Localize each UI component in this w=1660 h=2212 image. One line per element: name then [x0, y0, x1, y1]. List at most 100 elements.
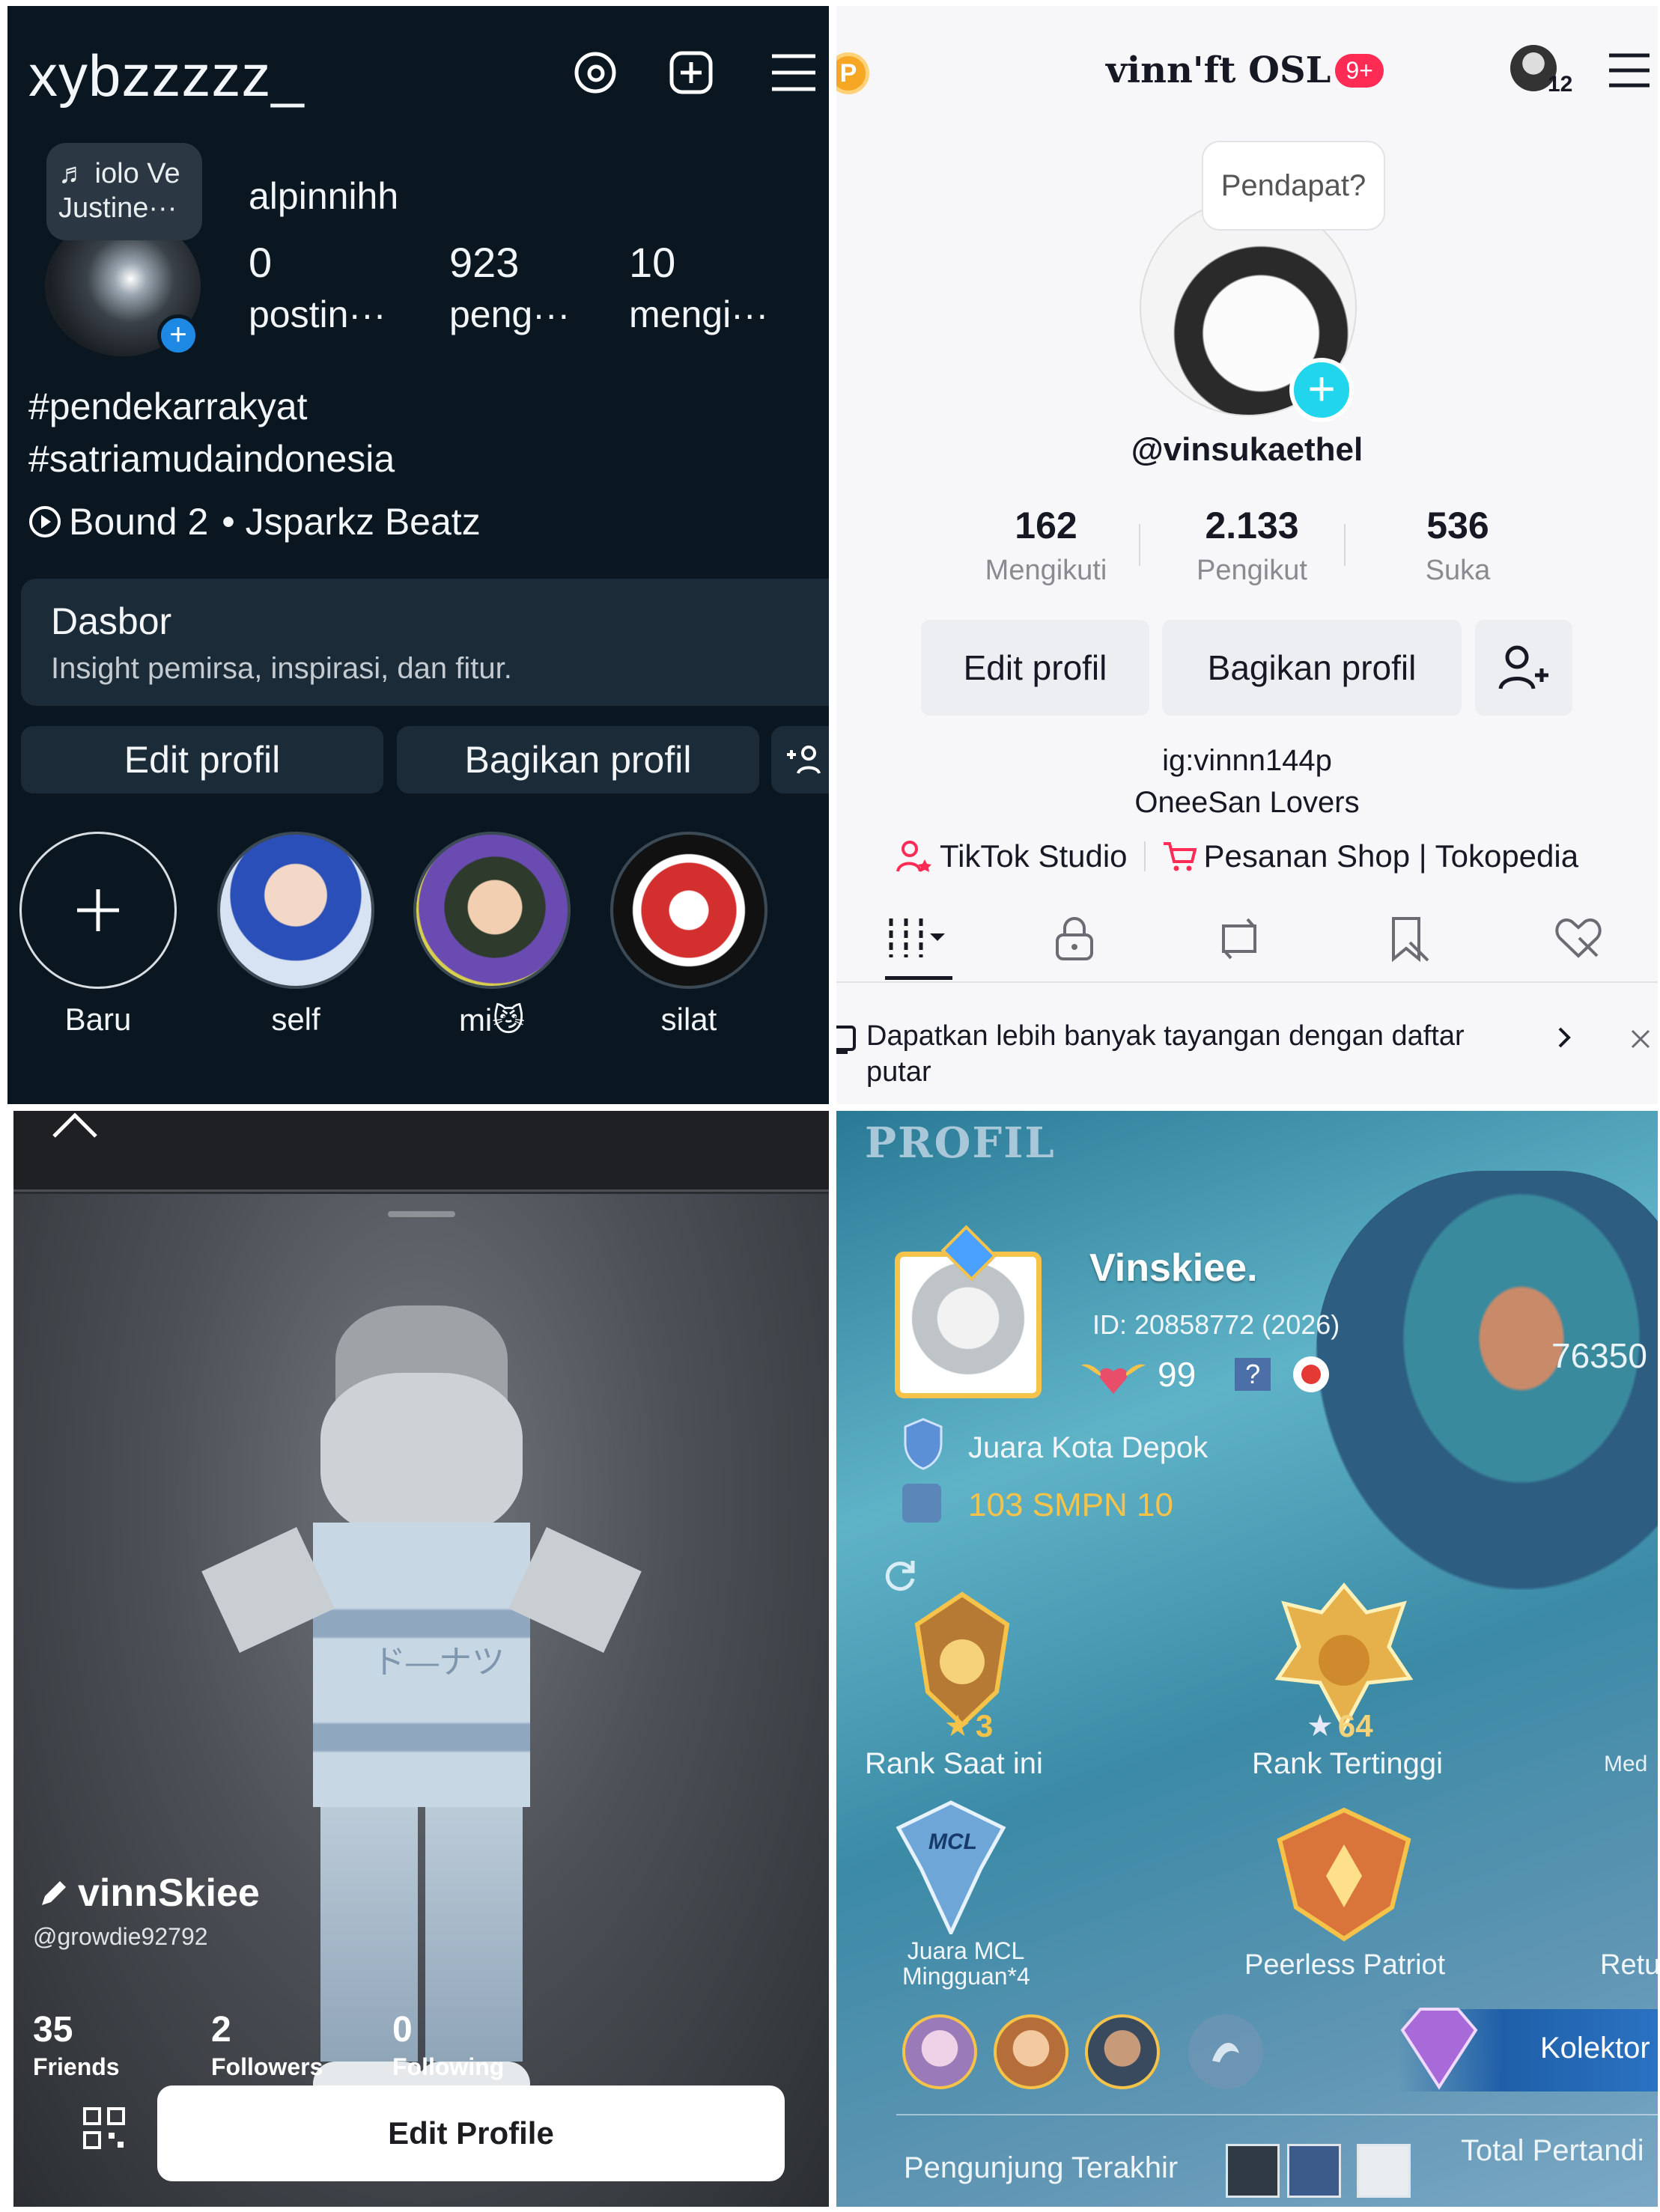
ig-stat-following[interactable]: 10 mengi···	[629, 238, 768, 336]
stat-value: 0	[249, 239, 273, 286]
bio-line: ig:vinnn144p	[1162, 744, 1332, 777]
tt-stat-followers[interactable]: 2.133 Pengikut	[1151, 504, 1353, 587]
chevron-right-icon[interactable]	[1555, 1024, 1573, 1055]
stat-label: Following	[392, 2053, 505, 2080]
favorite-hero-2[interactable]	[994, 2014, 1068, 2089]
tiktok-handle: @vinsukaethel	[1131, 431, 1363, 468]
rank-highest-label: Rank Tertinggi	[1252, 1747, 1443, 1780]
roblox-name-row[interactable]: vinnSkiee	[37, 1871, 260, 1916]
mcl-badge[interactable]: MCL	[895, 1800, 1007, 1937]
music-play-icon	[29, 506, 61, 537]
threads-icon[interactable]	[571, 48, 620, 97]
level-row: 99 ?	[1080, 1350, 1330, 1398]
tab-saved[interactable]	[1387, 915, 1431, 967]
tab-reposts[interactable]	[1214, 915, 1264, 966]
note-bubble[interactable]: ♬ iolo Ve Justine···	[46, 143, 202, 240]
stat-value: 923	[449, 239, 520, 286]
coin-badge[interactable]: P	[836, 52, 869, 94]
tab-liked[interactable]	[1554, 915, 1603, 964]
roblox-stat-following[interactable]: 0 Following	[392, 2009, 504, 2081]
dashboard-card[interactable]: Dasbor Insight pemirsa, inspirasi, dan f…	[21, 579, 829, 706]
lock-icon	[1056, 917, 1093, 960]
dashboard-title: Dasbor	[51, 600, 172, 642]
roblox-stat-followers[interactable]: 2 Followers	[211, 2009, 323, 2081]
hero-slot-empty[interactable]	[1188, 2014, 1263, 2089]
highlight-silat[interactable]	[610, 832, 767, 989]
playlist-banner-text[interactable]: Dapatkan lebih banyak tayangan dengan da…	[866, 1018, 1495, 1090]
new-highlight-button[interactable]	[19, 832, 177, 989]
roblox-username: @growdie92792	[33, 1923, 208, 1950]
visitor-avatar-2[interactable]	[1287, 2144, 1341, 2198]
stat-label: Friends	[33, 2053, 120, 2080]
tiktok-studio-link[interactable]: TikTok Studio	[940, 838, 1128, 874]
roblox-stat-friends[interactable]: 35 Friends	[33, 2009, 120, 2081]
stat-value: 2.133	[1205, 505, 1299, 546]
visitor-avatar-1[interactable]	[1226, 2144, 1280, 2198]
menu-icon[interactable]	[1608, 52, 1651, 92]
ig-username[interactable]: xybzzzzz_	[28, 42, 305, 110]
rank-current-stars: ★ 3	[944, 1708, 993, 1744]
link-divider	[1143, 841, 1146, 871]
ig-stat-posts[interactable]: 0 postin···	[249, 238, 386, 336]
dashboard-subtitle: Insight pemirsa, inspirasi, dan fitur.	[51, 652, 512, 685]
plus-icon	[77, 889, 119, 931]
side-number: 76350	[1551, 1336, 1647, 1375]
rank-highest-star-count: 64	[1337, 1708, 1373, 1743]
heart-hidden-icon	[1555, 918, 1602, 958]
ig-music[interactable]: Bound 2 • Jsparkz Beatz	[28, 500, 481, 543]
stat-divider	[1344, 524, 1346, 566]
opinion-bubble[interactable]: Pendapat?	[1202, 141, 1385, 231]
bookmark-hidden-icon	[1392, 917, 1429, 963]
tiktok-title-group[interactable]: vinn'ft OSL 9+	[1106, 49, 1384, 91]
music-artist: • Jsparkz Beatz	[222, 501, 481, 543]
help-button[interactable]: ?	[1235, 1358, 1271, 1391]
section-divider	[896, 2114, 1658, 2115]
stat-label: Suka	[1425, 555, 1491, 586]
edit-profile-button[interactable]: Edit profil	[21, 726, 383, 793]
add-person-icon	[1498, 645, 1548, 689]
bio-line: #pendekarrakyat	[28, 386, 308, 427]
edit-profile-button[interactable]: Edit profil	[921, 620, 1149, 716]
add-avatar-plus-icon[interactable]: +	[1289, 358, 1354, 422]
tab-videos[interactable]	[885, 915, 949, 964]
visitor-avatar-3[interactable]	[1357, 2144, 1411, 2198]
stat-value: 0	[392, 2010, 413, 2050]
favorite-hero-1[interactable]	[902, 2014, 977, 2089]
shirt-text: ド—ナツ	[373, 1644, 505, 1681]
tt-stat-following[interactable]: 162 Mengikuti	[945, 504, 1147, 587]
menu-icon[interactable]	[767, 48, 817, 97]
collapse-chevron-icon[interactable]	[51, 1111, 99, 1145]
highlight-label: Baru	[64, 1002, 132, 1037]
collector-bar[interactable]: Kolektor Ter	[1398, 2008, 1658, 2091]
add-person-button[interactable]	[771, 726, 829, 793]
close-icon[interactable]	[1630, 1029, 1651, 1053]
rank-current-label: Rank Saat ini	[865, 1747, 1043, 1780]
peerless-badge-label: Peerless Patriot	[1244, 1949, 1446, 1981]
add-story-plus-icon[interactable]: +	[157, 314, 199, 356]
add-friend-button[interactable]	[1475, 620, 1572, 716]
rank-current-star-count: 3	[975, 1708, 994, 1743]
new-post-icon[interactable]	[666, 48, 716, 97]
side-label-1: Med	[1604, 1752, 1648, 1776]
tiktok-profile-panel: P vinn'ft OSL 9+ 12 Pendapat? + @vinsuka…	[836, 6, 1658, 1104]
tab-private[interactable]	[1054, 915, 1095, 966]
qr-code-icon[interactable]	[82, 2106, 126, 2154]
highlight-mi[interactable]	[413, 832, 571, 989]
roblox-avatar-figure[interactable]: ド—ナツ	[201, 1298, 642, 2121]
mlbb-profile-panel: PROFIL Vinskiee. ID: 20858772 (2026) 99 …	[836, 1111, 1658, 2207]
share-profile-button[interactable]: Bagikan profil	[397, 726, 759, 793]
favorite-hero-3[interactable]	[1085, 2014, 1160, 2089]
total-matches-label: Total Pertandi	[1461, 2134, 1644, 2167]
edit-profile-button[interactable]: Edit Profile	[157, 2085, 785, 2181]
winged-heart-icon	[1081, 1364, 1146, 1394]
add-person-icon	[787, 746, 821, 774]
share-profile-button[interactable]: Bagikan profil	[1162, 620, 1462, 716]
peerless-badge[interactable]	[1277, 1807, 1411, 1942]
highlight-self[interactable]	[217, 832, 374, 989]
ig-stat-followers[interactable]: 923 peng···	[449, 238, 570, 336]
tt-stat-likes[interactable]: 536 Suka	[1357, 504, 1559, 587]
drag-handle[interactable]	[388, 1211, 455, 1217]
music-title: Bound 2	[69, 501, 209, 543]
shop-orders-link[interactable]: Pesanan Shop | Tokopedia	[1204, 838, 1579, 874]
roblox-profile-panel: ド—ナツ vinnSkiee @growdie92792 35 Friends …	[13, 1111, 829, 2207]
